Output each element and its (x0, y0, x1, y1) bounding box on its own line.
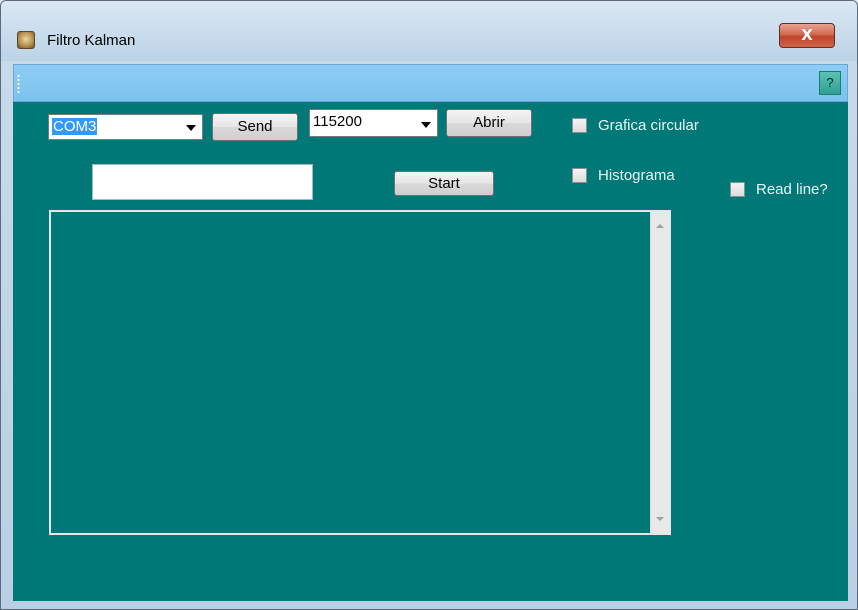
circular-chart-label: Grafica circular (598, 117, 699, 134)
window-title: Filtro Kalman (47, 32, 136, 49)
port-select-value: COM3 (52, 118, 98, 135)
scroll-up-icon[interactable] (656, 224, 664, 228)
baud-select-value: 115200 (313, 113, 362, 130)
port-select[interactable]: COM3 (48, 114, 203, 140)
output-textarea[interactable] (49, 210, 671, 535)
chevron-down-icon[interactable] (186, 125, 196, 131)
help-button[interactable]: ? (819, 71, 841, 95)
readline-checkbox-box[interactable] (730, 182, 745, 197)
readline-label: Read line? (756, 181, 828, 198)
circular-chart-checkbox-box[interactable] (572, 118, 587, 133)
main-window: Filtro Kalman X ? COM3 Send 115200 Abrir… (0, 0, 858, 610)
command-input[interactable] (92, 164, 313, 200)
scroll-down-icon[interactable] (656, 517, 664, 521)
title-bar[interactable]: Filtro Kalman X (1, 1, 857, 61)
close-button[interactable]: X (779, 23, 835, 48)
chevron-down-icon[interactable] (421, 122, 431, 128)
app-logo-icon (17, 31, 35, 49)
toolstrip: ? (13, 64, 848, 102)
output-scrollbar[interactable] (650, 212, 669, 533)
send-button[interactable]: Send (212, 113, 298, 141)
histogram-label: Histograma (598, 167, 675, 184)
open-button[interactable]: Abrir (446, 109, 532, 137)
histogram-checkbox-box[interactable] (572, 168, 587, 183)
start-button[interactable]: Start (394, 171, 494, 196)
toolstrip-grip[interactable] (17, 74, 20, 94)
baud-select[interactable]: 115200 (309, 109, 438, 137)
